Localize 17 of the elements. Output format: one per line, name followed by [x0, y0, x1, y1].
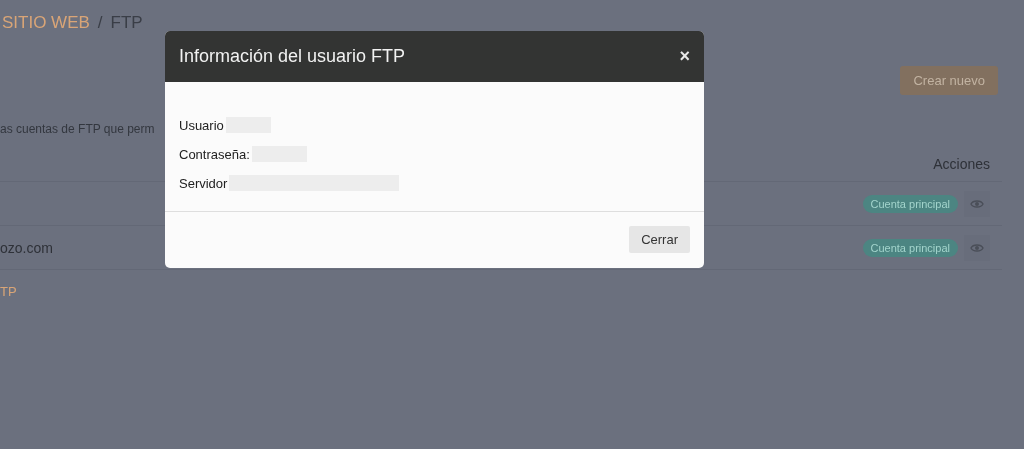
eye-icon — [970, 242, 984, 253]
status-badge: Cuenta principal — [862, 238, 958, 257]
account-name: ozo.com — [0, 239, 53, 256]
column-header: Acciones — [933, 156, 990, 174]
breadcrumb-separator: / — [97, 13, 103, 33]
eye-icon — [970, 198, 984, 209]
breadcrumb-link[interactable]: SITIO WEB — [2, 13, 90, 33]
description-text: as cuentas de FTP que perm — [0, 122, 155, 138]
field-label: Usuario — [179, 117, 224, 133]
close-dialog-button[interactable]: Cerrar — [629, 226, 690, 253]
field-label: Servidor — [179, 175, 228, 191]
close-button[interactable]: × — [679, 46, 690, 67]
field-label: Contraseña: — [179, 146, 250, 162]
create-button[interactable]: Crear nuevo — [900, 66, 998, 95]
footer-link[interactable]: TP — [0, 284, 17, 299]
status-badge: Cuenta principal — [862, 194, 958, 213]
modal-title: Información del usuario FTP — [179, 46, 406, 67]
